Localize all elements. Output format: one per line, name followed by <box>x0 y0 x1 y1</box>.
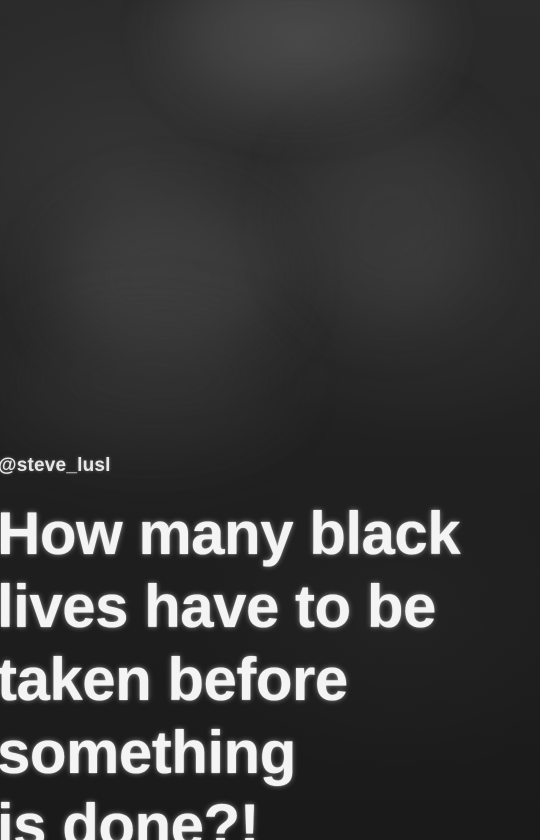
headline-line: How many black <box>0 500 461 567</box>
background-blur <box>180 0 420 100</box>
headline-line: lives have to be <box>0 573 436 640</box>
background-blur <box>20 320 280 440</box>
background-blur <box>300 120 480 320</box>
video-frame: @steve_lusl How many black lives have to… <box>0 0 540 840</box>
headline-line: taken before <box>0 646 348 713</box>
headline-line: is done?! <box>0 792 260 840</box>
headline-text: How many black lives have to be taken be… <box>0 497 540 840</box>
author-handle: @steve_lusl <box>0 455 111 476</box>
headline-line: something <box>0 719 296 786</box>
